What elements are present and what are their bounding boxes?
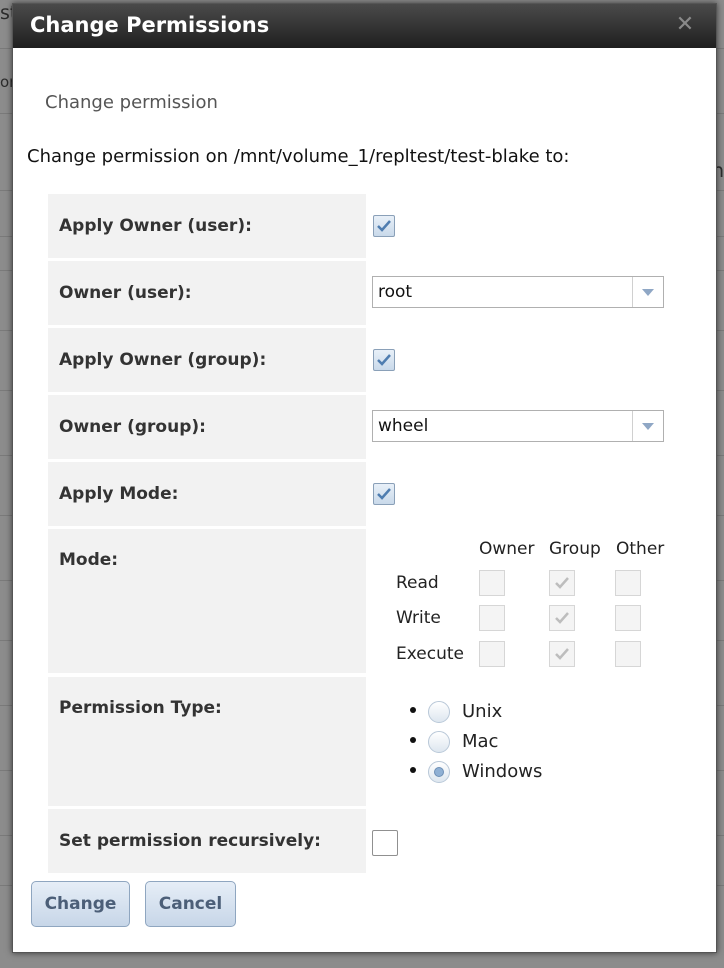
change-button[interactable]: Change	[31, 881, 130, 927]
change-permissions-dialog: Change Permissions ✕ Change permission C…	[12, 3, 717, 953]
recursive-row: Set permission recursively:	[48, 809, 688, 873]
recursive-checkbox[interactable]	[372, 830, 398, 856]
mode-column-owner: Owner	[479, 539, 535, 559]
read-other-checkbox[interactable]	[615, 570, 641, 596]
execute-owner-checkbox[interactable]	[479, 641, 505, 667]
mode-row-read: Read	[396, 573, 439, 593]
dialog-title-bar[interactable]: Change Permissions ✕	[13, 4, 716, 48]
dialog-intro: Change permission on /mnt/volume_1/replt…	[27, 146, 570, 167]
list-bullet	[410, 767, 416, 773]
permission-type-label: Permission Type:	[48, 677, 366, 806]
owner-user-row: Owner (user): root	[48, 261, 688, 325]
chevron-down-icon	[642, 423, 654, 430]
dialog-title: Change Permissions	[30, 13, 270, 37]
mode-label: Mode:	[48, 529, 366, 673]
list-bullet	[410, 707, 416, 713]
apply-owner-user-row: Apply Owner (user):	[48, 194, 688, 258]
mode-column-other: Other	[616, 539, 665, 559]
read-group-checkbox[interactable]	[549, 570, 575, 596]
owner-group-label: Owner (group):	[48, 395, 366, 459]
write-owner-checkbox[interactable]	[479, 605, 505, 631]
owner-user-select[interactable]: root	[372, 276, 664, 308]
radio-label-windows: Windows	[462, 761, 543, 782]
permission-type-row: Permission Type: Unix Mac Windows	[48, 677, 688, 806]
cancel-button[interactable]: Cancel	[145, 881, 236, 927]
owner-group-select[interactable]: wheel	[372, 410, 664, 442]
owner-group-row: Owner (group): wheel	[48, 395, 688, 459]
apply-owner-group-row: Apply Owner (group):	[48, 328, 688, 392]
mode-row-execute: Execute	[396, 644, 464, 664]
write-group-checkbox[interactable]	[549, 605, 575, 631]
chevron-down-icon	[642, 289, 654, 296]
recursive-label: Set permission recursively:	[48, 809, 366, 873]
close-icon[interactable]: ✕	[674, 14, 696, 36]
dropdown-arrow-box[interactable]	[632, 277, 663, 307]
apply-owner-user-checkbox[interactable]	[373, 215, 395, 237]
mode-column-group: Group	[549, 539, 601, 559]
dialog-subtitle: Change permission	[45, 92, 218, 113]
radio-unix[interactable]	[428, 701, 450, 723]
dropdown-arrow-box[interactable]	[632, 411, 663, 441]
apply-owner-group-checkbox[interactable]	[373, 349, 395, 371]
apply-mode-label: Apply Mode:	[48, 462, 366, 526]
radio-mac[interactable]	[428, 731, 450, 753]
radio-selected-dot	[434, 767, 444, 777]
execute-group-checkbox[interactable]	[549, 641, 575, 667]
radio-label-mac: Mac	[462, 731, 499, 752]
mode-row: Mode: Owner Group Other Read Write Execu…	[48, 529, 688, 673]
write-other-checkbox[interactable]	[615, 605, 641, 631]
apply-mode-row: Apply Mode:	[48, 462, 688, 526]
apply-owner-user-label: Apply Owner (user):	[48, 194, 366, 258]
mode-row-write: Write	[396, 608, 441, 628]
execute-other-checkbox[interactable]	[615, 641, 641, 667]
owner-group-value: wheel	[378, 416, 429, 436]
owner-user-value: root	[378, 282, 413, 302]
radio-windows[interactable]	[428, 761, 450, 783]
read-owner-checkbox[interactable]	[479, 570, 505, 596]
list-bullet	[410, 737, 416, 743]
apply-owner-group-label: Apply Owner (group):	[48, 328, 366, 392]
owner-user-label: Owner (user):	[48, 261, 366, 325]
radio-label-unix: Unix	[462, 701, 503, 722]
apply-mode-checkbox[interactable]	[373, 483, 395, 505]
